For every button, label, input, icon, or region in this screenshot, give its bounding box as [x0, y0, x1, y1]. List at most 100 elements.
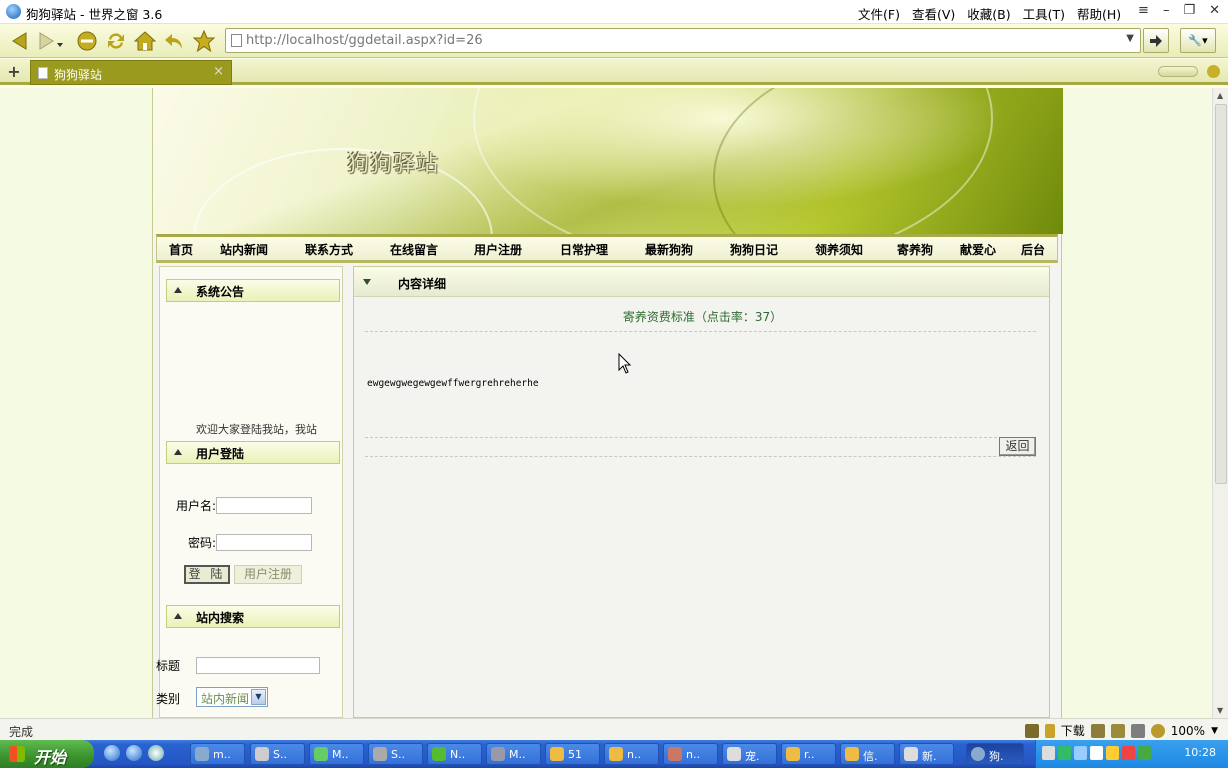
go-button[interactable] — [1143, 28, 1169, 53]
undo-close-icon[interactable] — [162, 29, 186, 53]
taskbar-item[interactable]: S.. — [368, 743, 423, 765]
register-button[interactable]: 用户注册 — [234, 565, 302, 584]
network-icon[interactable] — [1058, 746, 1071, 760]
desktop-icon[interactable] — [148, 745, 164, 761]
favorites-star-icon[interactable] — [192, 29, 216, 53]
windows-logo-icon — [9, 746, 25, 762]
nav-adoption-notes[interactable]: 领养须知 — [815, 241, 897, 258]
taskbar-item-label: M.. — [509, 748, 526, 761]
minimize-icon[interactable]: – — [1163, 3, 1170, 18]
tab-scroll-handle[interactable] — [1158, 66, 1198, 77]
vertical-scrollbar[interactable]: ▲ ▼ — [1212, 88, 1228, 718]
start-button[interactable]: 开始 — [0, 740, 94, 768]
taskbar-item-active[interactable]: 狗. — [966, 743, 1024, 765]
tools-menu-button[interactable]: 🔧▾ — [1180, 28, 1216, 53]
download-label[interactable]: 下载 — [1061, 722, 1085, 739]
tab-list-menu-icon[interactable] — [1207, 65, 1220, 78]
username-label: 用户名: — [176, 499, 217, 513]
search-title-input[interactable] — [196, 657, 320, 674]
scroll-up-icon[interactable]: ▲ — [1217, 91, 1223, 100]
qq-icon[interactable] — [1122, 746, 1135, 760]
nav-donate[interactable]: 献爱心 — [960, 241, 1021, 258]
refresh-icon[interactable] — [104, 29, 128, 53]
go-arrow-icon — [1150, 34, 1162, 47]
taskbar-item[interactable]: 宠. — [722, 743, 777, 765]
close-icon[interactable]: ✕ — [1209, 3, 1220, 18]
password-input[interactable] — [216, 534, 312, 551]
menu-view[interactable]: 查看(V) — [912, 4, 955, 23]
taskbar-item[interactable]: n.. — [604, 743, 659, 765]
category-label: 类别 — [156, 692, 181, 706]
tab-label: 狗狗驿站 — [54, 68, 103, 82]
tab-dog-station[interactable]: 狗狗驿站 × — [30, 60, 232, 85]
site-page: 狗狗驿站 首页 站内新闻 联系方式 在线留言 用户注册 日常护理 最新狗狗 狗狗… — [152, 88, 1063, 718]
layout-icon[interactable]: ≡ — [1138, 3, 1149, 18]
browser-icon[interactable] — [126, 745, 142, 761]
wireless-icon[interactable] — [1074, 746, 1087, 760]
nav-admin[interactable]: 后台 — [1021, 241, 1051, 258]
nav-contact[interactable]: 联系方式 — [305, 241, 390, 258]
taskbar-item[interactable]: M.. — [486, 743, 541, 765]
sound-icon[interactable] — [1130, 723, 1145, 738]
expand-triangle-icon — [363, 279, 371, 285]
home-icon[interactable] — [133, 29, 157, 53]
new-tab-plus-icon[interactable]: + — [5, 63, 23, 81]
login-button[interactable]: 登 陆 — [184, 565, 230, 584]
nav-foster-dogs[interactable]: 寄养狗 — [897, 241, 960, 258]
security-shield-icon[interactable] — [1138, 746, 1151, 760]
nav-register[interactable]: 用户注册 — [474, 241, 560, 258]
taskbar-item[interactable]: N.. — [427, 743, 482, 765]
taskbar-item[interactable]: m.. — [190, 743, 245, 765]
tab-close-icon[interactable]: × — [213, 64, 224, 79]
back-button[interactable]: 返回 — [999, 437, 1036, 456]
nav-dog-diary[interactable]: 狗狗日记 — [730, 241, 815, 258]
nav-daily-care[interactable]: 日常护理 — [560, 241, 645, 258]
nav-latest-dogs[interactable]: 最新狗狗 — [645, 241, 730, 258]
zoom-dropdown-icon[interactable]: ▼ — [1211, 726, 1218, 736]
flash-block-icon[interactable] — [1110, 723, 1125, 738]
menu-tools[interactable]: 工具(T) — [1023, 4, 1065, 23]
keyboard-icon[interactable] — [1042, 746, 1055, 760]
taskbar-item-label: 信. — [863, 750, 878, 763]
stop-icon[interactable] — [75, 29, 99, 53]
zoom-magnifier-icon[interactable] — [1150, 723, 1165, 738]
clipboard-icon[interactable] — [1090, 723, 1105, 738]
url-input[interactable] — [246, 31, 1106, 50]
category-select[interactable]: 站内新闻 ▼ — [196, 687, 268, 707]
status-bar: 完成 下载 100% ▼ — [0, 718, 1228, 740]
ie-icon[interactable] — [104, 745, 120, 761]
taskbar-item[interactable]: 新. — [899, 743, 954, 765]
scrollbar-thumb[interactable] — [1215, 104, 1227, 484]
menu-favorites[interactable]: 收藏(B) — [967, 4, 1010, 23]
nav-news[interactable]: 站内新闻 — [220, 241, 305, 258]
restore-icon[interactable]: ❐ — [1183, 3, 1195, 18]
taskbar-item[interactable]: r.. — [781, 743, 836, 765]
taskbar-item[interactable]: 51 — [545, 743, 600, 765]
collapse-triangle-icon — [174, 287, 182, 293]
content-header-title: 内容详细 — [398, 277, 447, 291]
download-arrow-icon[interactable] — [1044, 723, 1055, 738]
back-arrow-icon[interactable] — [8, 29, 32, 53]
quick-launch — [104, 745, 164, 761]
taskbar-item-label: S.. — [391, 748, 405, 761]
taskbar-item[interactable]: n.. — [663, 743, 718, 765]
username-input[interactable] — [216, 497, 312, 514]
taskbar-item[interactable]: 信. — [840, 743, 895, 765]
taskbar-item[interactable]: S.. — [250, 743, 305, 765]
chevron-down-icon[interactable]: ▼ — [251, 689, 266, 705]
taskbar-item-label: M.. — [332, 748, 349, 761]
messenger-icon[interactable] — [1106, 746, 1119, 760]
page-info-icon[interactable] — [1024, 723, 1039, 738]
url-history-dropdown-icon[interactable]: ▼ — [1126, 33, 1134, 44]
volume-icon[interactable] — [1090, 746, 1103, 760]
login-title: 用户登陆 — [196, 447, 245, 461]
menu-help[interactable]: 帮助(H) — [1077, 4, 1121, 23]
taskbar-item[interactable]: M.. — [309, 743, 364, 765]
scroll-down-icon[interactable]: ▼ — [1217, 706, 1223, 715]
menu-file[interactable]: 文件(F) — [858, 4, 900, 23]
nav-home[interactable]: 首页 — [169, 241, 220, 258]
zoom-level[interactable]: 100% — [1171, 724, 1205, 738]
nav-guestbook[interactable]: 在线留言 — [390, 241, 474, 258]
address-bar[interactable]: ▼ — [225, 28, 1141, 53]
forward-history-dropdown-icon[interactable] — [54, 29, 66, 53]
